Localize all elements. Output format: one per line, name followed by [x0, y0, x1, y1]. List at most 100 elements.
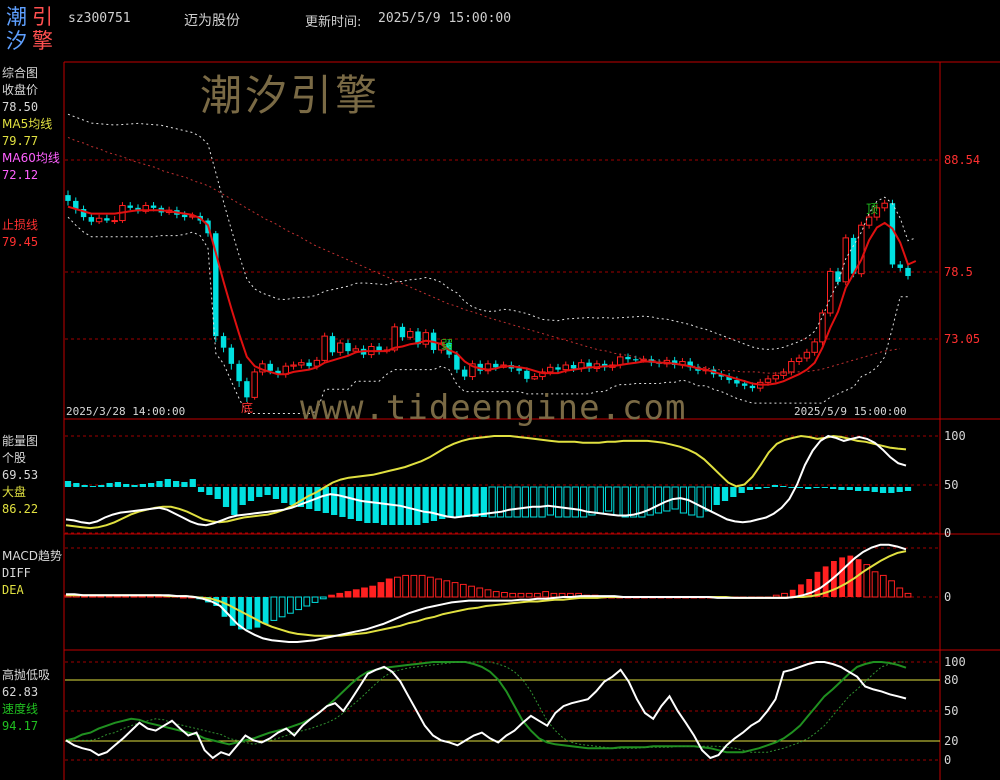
- energy-bar-57: [538, 486, 546, 518]
- candle-body-33: [321, 335, 328, 361]
- macd-bar-5: [105, 595, 113, 598]
- energy-bar-0: [64, 481, 72, 487]
- energy-bar-26: [281, 487, 288, 503]
- candle-body-29: [290, 364, 297, 367]
- macd-bar-36: [361, 587, 368, 598]
- energy-bar-46: [447, 487, 454, 517]
- candle-body-24: [251, 371, 258, 398]
- macd-bar-11: [155, 595, 162, 598]
- energy-bar-38: [380, 487, 388, 525]
- macd-bar-2: [81, 595, 88, 598]
- energy-bar-97: [871, 487, 878, 492]
- macd-bar-102: [904, 592, 912, 598]
- macd-bar-96: [855, 559, 862, 597]
- energy-bar-84: [763, 487, 770, 488]
- macd-bar-52: [492, 591, 500, 598]
- macd-bar-101: [896, 587, 904, 598]
- energy-bar-48: [464, 487, 471, 517]
- macd-bar-44: [426, 576, 434, 598]
- energy-bar-85: [771, 485, 779, 487]
- ma60-line: [67, 136, 901, 374]
- energy-bar-55: [521, 486, 530, 518]
- energy-bar-80: [730, 487, 737, 497]
- close-value: 78.50: [2, 100, 39, 114]
- energy-bar-4: [98, 485, 105, 487]
- watermark-top: 潮汐引擎: [200, 71, 381, 120]
- candle-body-36: [345, 343, 351, 352]
- energy-bar-6: [114, 482, 122, 487]
- date-start: 2025/3/28 14:00:00: [66, 405, 186, 418]
- energy-bar-100: [896, 487, 903, 492]
- energy-bar-37: [372, 487, 379, 523]
- energy-bar-92: [830, 487, 837, 489]
- macd-bar-26: [278, 596, 286, 618]
- macd-bar-91: [814, 571, 821, 597]
- macd-bar-31: [319, 596, 327, 600]
- energy-bar-34: [347, 487, 354, 519]
- diff-label: DIFF: [2, 566, 31, 580]
- energy-bar-13: [173, 481, 180, 487]
- gpdx-value: 62.83: [2, 685, 39, 699]
- energy-bar-47: [455, 487, 463, 517]
- macd-title: MACD趋势: [2, 549, 62, 563]
- energy-market-label: 大盘: [2, 485, 27, 499]
- macd-bar-3: [89, 595, 97, 598]
- energy-ytick-2: 0: [944, 526, 951, 540]
- energy-bar-72: [663, 486, 671, 512]
- energy-bar-25: [272, 487, 280, 499]
- energy-bar-20: [231, 487, 238, 515]
- main-ytick-0: 88.54: [944, 153, 980, 167]
- main-title: 综合图: [2, 66, 39, 80]
- candle-body-62: [547, 366, 554, 373]
- candle-body-5: [104, 218, 110, 221]
- macd-bar-53: [501, 592, 508, 598]
- speed-value: 94.17: [2, 719, 39, 733]
- macd-bar-39: [385, 578, 393, 598]
- candle-body-65: [570, 365, 577, 369]
- energy-bar-86: [780, 486, 787, 487]
- macd-bar-100: [888, 580, 895, 598]
- energy-bar-101: [904, 487, 912, 491]
- main-ytick-2: 73.05: [944, 332, 980, 346]
- macd-bar-10: [146, 595, 154, 598]
- candle-body-63: [555, 367, 561, 370]
- macd-bar-94: [839, 557, 845, 597]
- energy-bar-60: [563, 486, 571, 518]
- macd-bar-25: [270, 596, 278, 621]
- energy-bar-5: [106, 483, 113, 487]
- energy-bar-89: [805, 487, 812, 489]
- gpdx-line: [65, 661, 907, 760]
- stop-label: 止损线: [2, 218, 39, 232]
- energy-bar-33: [339, 487, 346, 517]
- macd-bar-50: [476, 587, 484, 598]
- candle-body-51: [461, 369, 468, 377]
- macd-bar-30: [311, 596, 319, 603]
- energy-bar-21: [239, 487, 246, 505]
- candle-body-43: [399, 326, 406, 338]
- candle-body-88: [749, 385, 756, 389]
- close-label: 收盘价: [2, 83, 39, 97]
- speed-line-lag: [66, 661, 906, 753]
- energy-bar-58: [546, 486, 554, 516]
- macd-bar-24: [262, 597, 269, 624]
- energy-bar-99: [888, 487, 895, 493]
- energy-bar-67: [621, 486, 629, 518]
- macd-bar-47: [451, 582, 459, 598]
- macd-bar-37: [369, 585, 377, 598]
- macd-bar-46: [443, 580, 451, 598]
- energy-bar-65: [604, 486, 613, 512]
- candle-body-73: [633, 359, 639, 361]
- energy-bar-54: [513, 486, 521, 518]
- energy-bar-10: [148, 483, 155, 487]
- macd-ytick-0: 0: [944, 590, 951, 604]
- watermark-url: www.tideengine.com: [300, 388, 687, 428]
- candle-body-92: [780, 371, 787, 376]
- upper-dotted-line: [67, 113, 916, 350]
- speed-line: [65, 661, 907, 754]
- macd-bar-33: [336, 592, 344, 598]
- candle-body-46: [422, 332, 429, 345]
- macd-bar-98: [871, 571, 879, 598]
- energy-bar-9: [139, 484, 146, 487]
- energy-bar-36: [364, 487, 371, 523]
- macd-bar-49: [468, 585, 475, 598]
